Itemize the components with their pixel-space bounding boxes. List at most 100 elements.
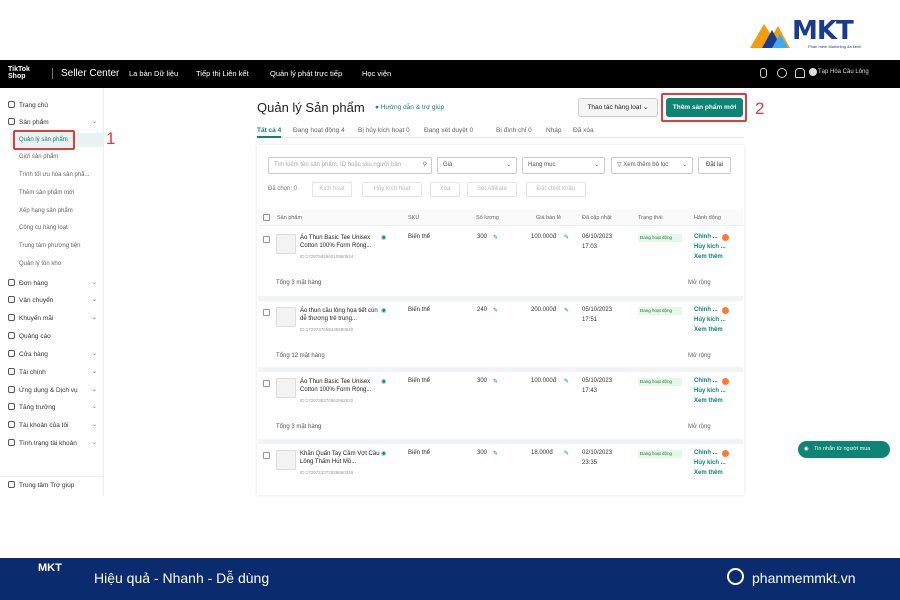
- price-filter-select[interactable]: Giá ⌄: [437, 157, 517, 174]
- buyer-messages-button[interactable]: ◉ Tin nhắn từ người mua: [798, 441, 890, 458]
- edit-icon[interactable]: ✎: [493, 450, 498, 457]
- deactivate-link[interactable]: Hủy kích ...: [694, 388, 726, 394]
- sidebar-subitem[interactable]: Công cụ hàng loạt: [19, 225, 68, 231]
- phone-icon[interactable]: [760, 68, 767, 78]
- product-name[interactable]: Áo thun cầu lông họa tiết cún dễ thương …: [300, 307, 382, 323]
- eye-icon[interactable]: ◉: [381, 378, 386, 385]
- sidebar-subitem[interactable]: Trung tâm phương tiện: [19, 243, 80, 249]
- sidebar-item[interactable]: Sản phẩm ⌄: [8, 118, 97, 126]
- sidebar-item[interactable]: Tình trạng tài khoản ⌄: [8, 439, 97, 447]
- product-name[interactable]: Khăn Quấn Tay Cầm Vợt Cầu Lông Thấm Hút …: [300, 450, 382, 466]
- edit-icon[interactable]: ✎: [493, 378, 498, 385]
- sidebar-item[interactable]: Tài khoản của tôi ⌄: [8, 421, 97, 429]
- edit-icon[interactable]: ✎: [493, 234, 498, 241]
- help-center-link[interactable]: Trung tâm Trợ giúp: [8, 481, 74, 489]
- sidebar-item[interactable]: Quảng cáo: [8, 332, 51, 340]
- edit-icon[interactable]: ✎: [564, 234, 569, 241]
- price-filter-label: Giá: [443, 162, 453, 168]
- product-name[interactable]: Áo Thun Basic Tee Unisex Cotton 100% For…: [300, 234, 382, 250]
- edit-product-link[interactable]: Chỉnh ...: [694, 234, 718, 240]
- product-price[interactable]: 18.000đ: [531, 450, 553, 456]
- product-price[interactable]: 100.000đ: [531, 234, 556, 240]
- bulk-action-button[interactable]: Xóa: [430, 182, 460, 197]
- edit-icon[interactable]: ✎: [564, 378, 569, 385]
- sidebar-subitem[interactable]: Thêm sản phẩm mới: [19, 190, 74, 196]
- status-badge: Đang hoạt động: [638, 307, 682, 315]
- tab-item[interactable]: Đang xét duyệt 0: [424, 127, 473, 134]
- tab-item[interactable]: Nháp: [546, 127, 562, 134]
- select-all-checkbox[interactable]: [263, 214, 270, 221]
- tab-item[interactable]: Đang hoạt động 4: [293, 127, 345, 134]
- search-input[interactable]: Tìm kiếm tên sản phẩm, ID hoặc sku người…: [268, 157, 432, 174]
- sidebar-item[interactable]: Trang chủ: [8, 101, 48, 109]
- edit-icon[interactable]: ✎: [564, 450, 569, 457]
- bulk-actions-button[interactable]: Thao tác hàng loạt ⌄: [578, 98, 658, 117]
- tab-item[interactable]: Bị hủy kích hoạt 0: [358, 127, 410, 134]
- sidebar-item-icon: [8, 118, 15, 125]
- edit-product-link[interactable]: Chỉnh ...: [694, 378, 718, 384]
- sidebar-item-label: Sản phẩm: [19, 119, 49, 126]
- product-quantity[interactable]: 300: [477, 378, 487, 384]
- deactivate-link[interactable]: Hủy kích ...: [694, 244, 726, 250]
- refresh-icon[interactable]: [777, 68, 787, 78]
- edit-product-link[interactable]: Chỉnh ...: [694, 307, 718, 313]
- avatar[interactable]: [809, 68, 817, 76]
- view-more-link[interactable]: Xem thêm: [694, 254, 723, 260]
- edit-icon[interactable]: ✎: [493, 307, 498, 314]
- eye-icon[interactable]: ◉: [381, 234, 386, 241]
- bulk-action-button[interactable]: Set Affiliate: [467, 182, 517, 197]
- product-sku: Biến thể: [408, 234, 431, 240]
- sidebar-subitem[interactable]: Trình tối ưu hóa sản phẩ...: [19, 172, 90, 178]
- nav-academy[interactable]: Học viện: [362, 69, 391, 78]
- deactivate-link[interactable]: Hủy kích ...: [694, 460, 726, 466]
- tab-item[interactable]: Bị đình chỉ 0: [496, 127, 532, 134]
- expand-link[interactable]: Mở rộng: [688, 280, 711, 286]
- help-guide-link[interactable]: ● Hướng dẫn & trợ giúp: [375, 104, 444, 111]
- sidebar-item[interactable]: Tài chính ⌄: [8, 368, 97, 376]
- nav-livestream-management[interactable]: Quản lý phát trực tiếp: [270, 69, 342, 78]
- status-badge: Đang hoạt động: [638, 450, 682, 458]
- bulk-action-button[interactable]: Kích hoạt: [312, 182, 352, 197]
- sidebar-item[interactable]: Ứng dụng & Dịch vụ ⌄: [8, 386, 97, 394]
- product-name[interactable]: Áo Thun Basic Tee Unisex Cotton 100% For…: [300, 378, 382, 394]
- eye-icon[interactable]: ◉: [381, 450, 386, 457]
- eye-icon[interactable]: ◉: [381, 307, 386, 314]
- view-more-link[interactable]: Xem thêm: [694, 470, 723, 476]
- view-more-link[interactable]: Xem thêm: [694, 327, 723, 333]
- sidebar-item[interactable]: Vận chuyển ⌄: [8, 296, 97, 304]
- reset-filters-button[interactable]: Đặt lại: [698, 157, 731, 174]
- product-quantity[interactable]: 240: [477, 307, 487, 313]
- edit-product-link[interactable]: Chỉnh ...: [694, 450, 718, 456]
- edit-icon[interactable]: ✎: [564, 307, 569, 314]
- bulk-action-button[interactable]: Hủy kích hoạt: [362, 182, 422, 197]
- expand-link[interactable]: Mở rộng: [688, 424, 711, 430]
- sidebar-subitem[interactable]: Giới sản phẩm: [19, 154, 58, 160]
- bell-icon[interactable]: [795, 68, 805, 78]
- product-quantity[interactable]: 300: [477, 234, 487, 240]
- deactivate-link[interactable]: Hủy kích ...: [694, 317, 726, 323]
- sidebar-subitem[interactable]: Xếp hạng sản phẩm: [19, 208, 73, 214]
- category-filter-select[interactable]: Hạng mục ⌄: [522, 157, 605, 174]
- product-price[interactable]: 200.000đ: [531, 307, 556, 313]
- product-quantity[interactable]: 300: [477, 450, 487, 456]
- sidebar-item[interactable]: Khuyến mãi ⌄: [8, 314, 97, 322]
- row-checkbox[interactable]: [263, 236, 270, 243]
- tiktok-shop-logo[interactable]: TikTok Shop: [8, 66, 42, 80]
- user-shop-name[interactable]: Tạp Hóa Cầu Lông: [818, 69, 869, 75]
- more-filters-select[interactable]: ▽ Xem thêm bộ lọc ⌄: [611, 157, 693, 174]
- bulk-action-button[interactable]: Đặt chiết khấu: [526, 182, 586, 197]
- view-more-link[interactable]: Xem thêm: [694, 398, 723, 404]
- tab-item[interactable]: Đã xóa: [573, 127, 594, 134]
- expand-link[interactable]: Mở rộng: [688, 353, 711, 359]
- nav-data-compass[interactable]: La bàn Dữ liệu: [129, 69, 178, 78]
- row-checkbox[interactable]: [263, 380, 270, 387]
- sidebar-item[interactable]: Tăng trưởng ⌄: [8, 403, 97, 411]
- nav-affiliate-marketing[interactable]: Tiếp thị Liên kết: [196, 69, 249, 78]
- product-price[interactable]: 100.000đ: [531, 378, 556, 384]
- tab-item[interactable]: Tất cả 4: [257, 127, 281, 134]
- sidebar-item[interactable]: Cửa hàng ⌄: [8, 350, 97, 358]
- sidebar-item[interactable]: Đơn hàng ⌄: [8, 279, 97, 287]
- sidebar-subitem[interactable]: Quản lý tồn kho: [19, 261, 61, 267]
- row-checkbox[interactable]: [263, 309, 270, 316]
- row-checkbox[interactable]: [263, 452, 270, 459]
